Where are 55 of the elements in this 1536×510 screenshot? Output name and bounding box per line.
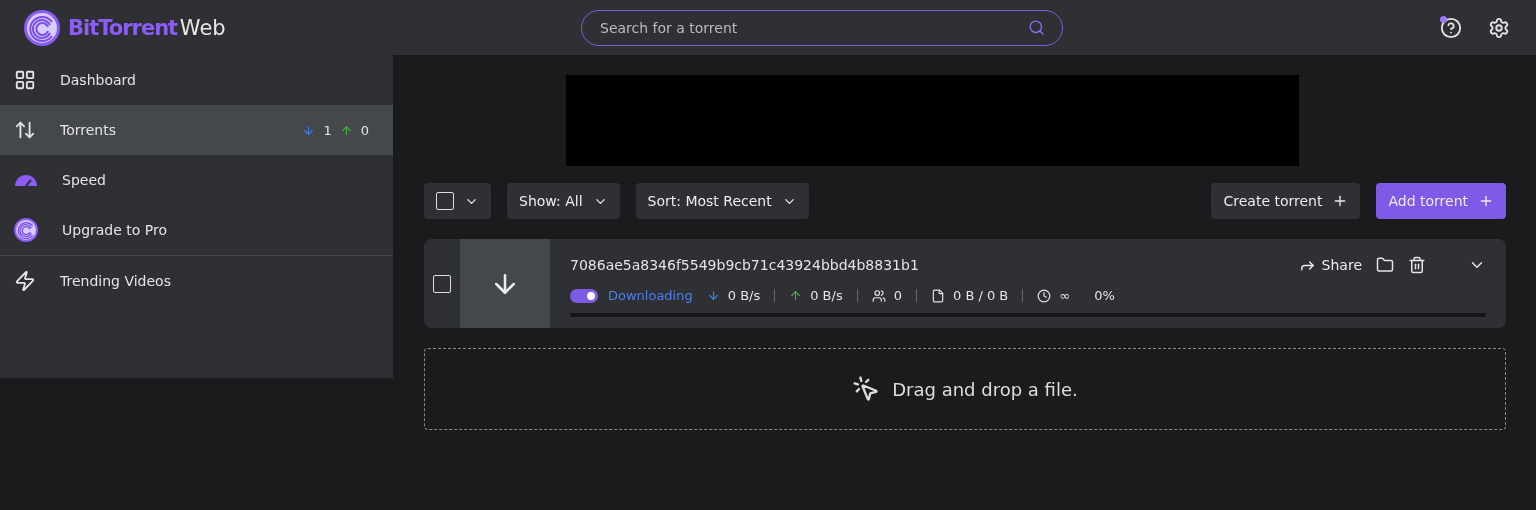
folder-icon[interactable] <box>1376 256 1394 274</box>
show-dropdown[interactable]: Show: All <box>507 183 620 219</box>
peers-icon <box>871 288 886 303</box>
upload-count: 0 <box>360 122 369 138</box>
create-torrent-button[interactable]: Create torrent <box>1211 183 1361 219</box>
trash-icon[interactable] <box>1408 256 1426 274</box>
arrows-icon <box>14 119 36 141</box>
sidebar-label: Speed <box>62 172 106 188</box>
status-text: Downloading <box>608 288 693 303</box>
logo-icon <box>24 9 60 46</box>
brand-suffix: Web <box>179 15 226 40</box>
drop-zone[interactable]: Drag and drop a file. <box>424 348 1506 430</box>
file-icon <box>931 288 945 303</box>
search-icon <box>1028 18 1045 36</box>
help-button[interactable] <box>1440 16 1462 39</box>
add-torrent-button[interactable]: Add torrent <box>1376 183 1506 219</box>
toggle-switch[interactable] <box>570 288 598 303</box>
share-button[interactable]: Share <box>1298 253 1362 277</box>
speedometer-icon <box>14 173 38 187</box>
percent-text: 0% <box>1094 288 1115 303</box>
sidebar-label: Dashboard <box>60 72 136 88</box>
torrent-name: 7086ae5a8346f5549b9cb71c43924bbd4b8831b1 <box>570 257 919 273</box>
download-speed: 0 B/s <box>727 288 761 303</box>
select-all-dropdown[interactable] <box>424 183 491 219</box>
clock-icon <box>1037 288 1052 303</box>
checkbox[interactable] <box>433 274 451 293</box>
pointer-icon <box>852 375 881 403</box>
logo-icon <box>14 218 38 242</box>
brand-name: BitTorrent <box>68 15 178 40</box>
sidebar-label: Upgrade to Pro <box>62 222 168 238</box>
sort-dropdown[interactable]: Sort: Most Recent <box>635 183 809 219</box>
sidebar-item[interactable]: Torrents 1 0 <box>0 105 393 155</box>
sidebar-item[interactable]: Speed <box>0 155 393 205</box>
download-count: 1 <box>323 122 332 138</box>
sidebar-item[interactable]: Dashboard <box>0 55 393 105</box>
drop-zone-text: Drag and drop a file. <box>892 378 1078 400</box>
size-text: 0 B / 0 B <box>953 288 1009 303</box>
checkbox[interactable] <box>436 192 454 210</box>
download-icon <box>302 123 316 137</box>
download-icon <box>706 289 720 302</box>
upload-icon <box>339 123 353 137</box>
peers-count: 0 <box>893 288 902 303</box>
upload-speed: 0 B/s <box>810 288 843 303</box>
upload-icon <box>789 289 803 302</box>
settings-icon[interactable] <box>1488 16 1510 39</box>
sidebar-label: Torrents <box>60 122 116 138</box>
plus-icon <box>1478 193 1494 209</box>
sidebar-item[interactable]: Trending Videos <box>0 255 393 306</box>
help-icon <box>1440 16 1462 39</box>
lightning-icon <box>14 270 36 292</box>
sidebar-label: Trending Videos <box>60 273 171 289</box>
sidebar-item[interactable]: Upgrade to Pro <box>0 205 393 255</box>
grid-icon <box>14 69 36 91</box>
eta-text: ∞ <box>1059 288 1071 303</box>
search-field[interactable]: Search for a torrent <box>581 9 1063 46</box>
